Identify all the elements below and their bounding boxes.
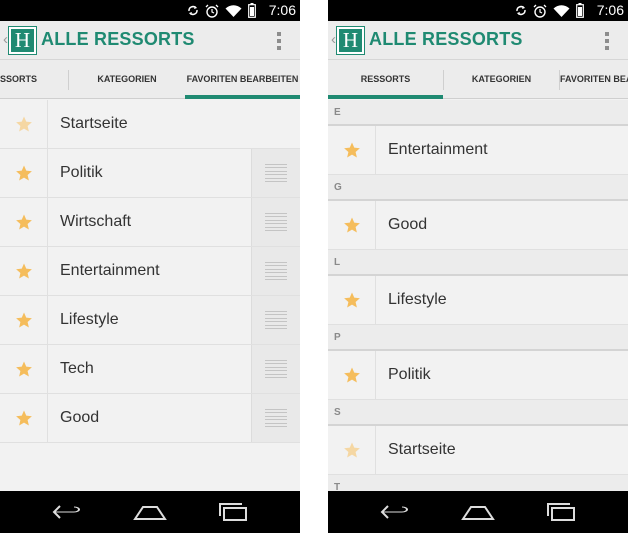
navigation-bar [328, 491, 628, 533]
back-icon[interactable] [50, 500, 84, 524]
home-icon[interactable] [461, 500, 495, 524]
back-icon[interactable] [378, 500, 412, 524]
alarm-icon [205, 4, 219, 18]
list-item-label: Politik [60, 164, 103, 181]
drag-handle-icon [265, 213, 287, 231]
wifi-icon [225, 5, 242, 17]
list-item-label: Lifestyle [60, 311, 119, 328]
list-item[interactable]: Lifestyle [0, 296, 300, 345]
app-logo[interactable]: H [337, 27, 364, 54]
drag-handle[interactable] [251, 247, 300, 295]
list-item[interactable]: Startseite [0, 100, 300, 149]
star-icon[interactable] [15, 115, 33, 133]
wifi-icon [553, 5, 570, 17]
drag-handle[interactable] [251, 345, 300, 393]
drag-handle-icon [265, 311, 287, 329]
list-item[interactable]: Politik [0, 149, 300, 198]
star-icon[interactable] [15, 409, 33, 427]
list-item-label: Tech [60, 360, 94, 377]
action-bar: ‹ H ALLE RESSORTS [328, 21, 628, 60]
tab-ressorts[interactable]: RESSORTS [328, 60, 443, 99]
star-icon[interactable] [343, 441, 361, 459]
drag-handle-icon [265, 262, 287, 280]
tab-favoriten-bearbeiten[interactable]: FAVORITEN BEARBEITEN [185, 60, 300, 99]
tab-kategorien[interactable]: KATEGORIEN [69, 60, 185, 99]
battery-icon [248, 3, 256, 18]
drag-handle-icon [265, 360, 287, 378]
list-item-label: Lifestyle [388, 291, 447, 308]
overflow-menu-icon[interactable] [604, 32, 610, 50]
up-caret-icon[interactable]: ‹ [3, 31, 8, 48]
recents-icon[interactable] [544, 500, 578, 524]
star-icon[interactable] [343, 216, 361, 234]
favorites-list: Startseite Politik Wirtschaft Entertainm… [0, 100, 300, 443]
list-item[interactable]: Startseite [328, 426, 628, 475]
ressorts-list: E Entertainment G Good L Lifestyle P Pol… [328, 100, 628, 501]
sync-icon [188, 5, 198, 16]
list-item[interactable]: Lifestyle [328, 276, 628, 325]
phone-screen-favorites: 7:06 ‹ H ALLE RESSORTS SSORTS KATEGORIEN… [0, 0, 300, 533]
list-item-label: Startseite [388, 441, 456, 458]
star-icon[interactable] [15, 262, 33, 280]
app-title: ALLE RESSORTS [369, 29, 523, 49]
status-time: 7:06 [268, 2, 296, 18]
star-icon[interactable] [343, 366, 361, 384]
tab-bar: SSORTS KATEGORIEN FAVORITEN BEARBEITEN [0, 60, 300, 99]
tab-kategorien[interactable]: KATEGORIEN [444, 60, 559, 99]
battery-icon [576, 3, 584, 18]
list-item-label: Startseite [60, 115, 128, 132]
recents-icon[interactable] [216, 500, 250, 524]
status-bar: 7:06 [328, 0, 628, 21]
list-item-label: Entertainment [388, 141, 488, 158]
drag-handle-icon [265, 164, 287, 182]
app-logo[interactable]: H [9, 27, 36, 54]
home-icon[interactable] [133, 500, 167, 524]
section-header: S [328, 400, 628, 426]
status-bar: 7:06 [0, 0, 300, 21]
list-item[interactable]: Tech [0, 345, 300, 394]
drag-handle-icon [265, 409, 287, 427]
list-item[interactable]: Wirtschaft [0, 198, 300, 247]
section-header: G [328, 175, 628, 201]
overflow-menu-icon[interactable] [276, 32, 282, 50]
status-time: 7:06 [596, 2, 624, 18]
list-item[interactable]: Good [328, 201, 628, 250]
list-item[interactable]: Entertainment [0, 247, 300, 296]
drag-handle[interactable] [251, 394, 300, 442]
star-icon[interactable] [343, 291, 361, 309]
phone-screen-ressorts: 7:06 ‹ H ALLE RESSORTS RESSORTS KATEGORI… [328, 0, 628, 533]
up-caret-icon[interactable]: ‹ [331, 31, 336, 48]
star-icon[interactable] [15, 213, 33, 231]
list-item[interactable]: Good [0, 394, 300, 443]
navigation-bar [0, 491, 300, 533]
list-item-label: Good [388, 216, 428, 233]
action-bar: ‹ H ALLE RESSORTS [0, 21, 300, 60]
section-header: P [328, 325, 628, 351]
drag-handle[interactable] [251, 198, 300, 246]
star-icon[interactable] [15, 360, 33, 378]
tab-favoriten-bearbeiten[interactable]: FAVORITEN BEAR [560, 60, 628, 99]
tab-ressorts[interactable]: SSORTS [0, 60, 68, 99]
list-item[interactable]: Politik [328, 351, 628, 400]
star-icon[interactable] [343, 141, 361, 159]
alarm-icon [533, 4, 547, 18]
list-item[interactable]: Entertainment [328, 126, 628, 175]
drag-handle[interactable] [251, 149, 300, 197]
star-icon[interactable] [15, 164, 33, 182]
tab-bar: RESSORTS KATEGORIEN FAVORITEN BEAR [328, 60, 628, 99]
list-item-label: Politik [388, 366, 431, 383]
list-item-label: Entertainment [60, 262, 160, 279]
section-header: L [328, 250, 628, 276]
section-header: E [328, 100, 628, 126]
sync-icon [516, 5, 526, 16]
star-icon[interactable] [15, 311, 33, 329]
drag-handle[interactable] [251, 296, 300, 344]
app-title: ALLE RESSORTS [41, 29, 195, 49]
list-item-label: Good [60, 409, 100, 426]
list-item-label: Wirtschaft [60, 213, 132, 230]
